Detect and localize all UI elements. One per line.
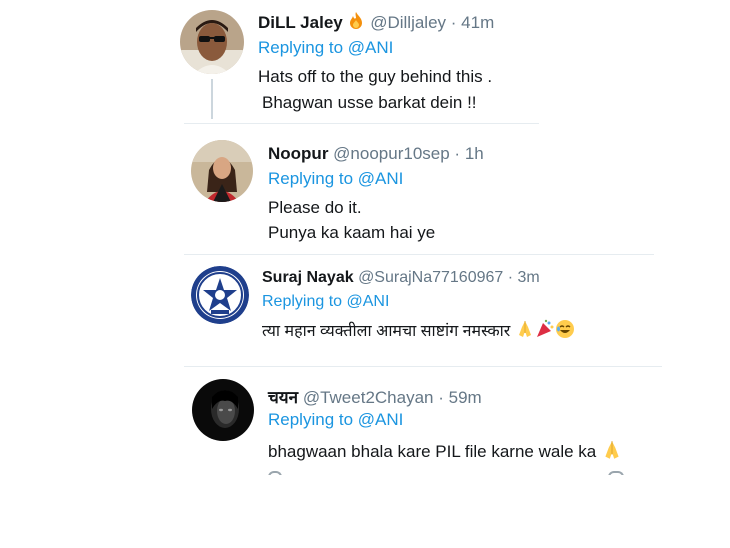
reply-item[interactable]: Noopur @noopur10sep · 1h Replying to @AN… <box>0 124 730 254</box>
avatar[interactable] <box>191 140 253 202</box>
replying-to: Replying to @ANI <box>268 169 403 189</box>
folded-hands-icon <box>601 439 623 466</box>
author-name[interactable]: चयन <box>268 388 298 407</box>
meta-separator: · <box>507 269 514 286</box>
clipped-action-row <box>268 471 628 475</box>
reply-item[interactable]: DiLL Jaley @Dilljaley · 41m Replying to … <box>0 0 730 122</box>
reply-text-line-1: त्या महान व्यक्तीला आमचा साष्टांग नमस्का… <box>262 323 511 340</box>
party-popper-icon <box>535 319 555 344</box>
author-handle[interactable]: @noopur10sep <box>333 144 450 163</box>
meta-separator: · <box>450 12 457 32</box>
author-name[interactable]: DiLL Jaley <box>258 13 343 32</box>
replying-to-link[interactable]: @ANI <box>358 169 404 188</box>
meta-separator: · <box>438 388 444 407</box>
replying-to: Replying to @ANI <box>268 410 403 430</box>
replying-to: Replying to @ANI <box>258 38 393 58</box>
reply-text-line-1: Hats off to the guy behind this . <box>258 67 493 86</box>
avatar[interactable] <box>191 266 249 324</box>
timestamp[interactable]: 41m <box>461 13 494 32</box>
replying-prefix: Replying to <box>262 293 343 310</box>
avatar[interactable] <box>192 379 254 441</box>
replying-to: Replying to @ANI <box>262 293 389 311</box>
thread-connector-line <box>211 79 213 119</box>
timestamp[interactable]: 1h <box>465 144 484 163</box>
replying-to-link[interactable]: @ANI <box>348 38 394 57</box>
reply-action-icon[interactable] <box>268 471 282 475</box>
author-name[interactable]: Noopur <box>268 144 328 163</box>
replying-prefix: Replying to <box>268 169 354 188</box>
replying-prefix: Replying to <box>258 38 344 57</box>
avatar[interactable] <box>180 10 244 74</box>
author-handle[interactable]: @Dilljaley <box>370 13 446 32</box>
author-handle[interactable]: @SurajNa77160967 <box>358 269 503 286</box>
meta-separator: · <box>454 144 461 163</box>
reply-text-line-2: Bhagwan usse barkat dein !! <box>262 93 477 112</box>
timestamp[interactable]: 59m <box>449 388 482 407</box>
replying-to-link[interactable]: @ANI <box>358 410 404 429</box>
like-action-icon[interactable] <box>608 471 624 475</box>
folded-hands-icon <box>515 319 535 344</box>
author-name[interactable]: Suraj Nayak <box>262 269 354 286</box>
reply-item[interactable]: Suraj Nayak @SurajNa77160967 · 3m Replyi… <box>0 255 730 365</box>
author-handle[interactable]: @Tweet2Chayan <box>303 388 434 407</box>
replying-prefix: Replying to <box>268 410 354 429</box>
crying-laughing-icon <box>555 319 575 344</box>
timestamp[interactable]: 3m <box>518 269 540 286</box>
reply-item[interactable]: चयन @Tweet2Chayan · 59m Replying to @ANI… <box>0 367 730 475</box>
replying-to-link[interactable]: @ANI <box>347 293 390 310</box>
fire-icon <box>347 11 365 36</box>
reply-text-line-1: bhagwaan bhala kare PIL file karne wale … <box>268 441 597 461</box>
reply-text-line-1: Please do it. <box>268 198 362 217</box>
reply-text-line-2: Punya ka kaam hai ye <box>268 223 436 242</box>
